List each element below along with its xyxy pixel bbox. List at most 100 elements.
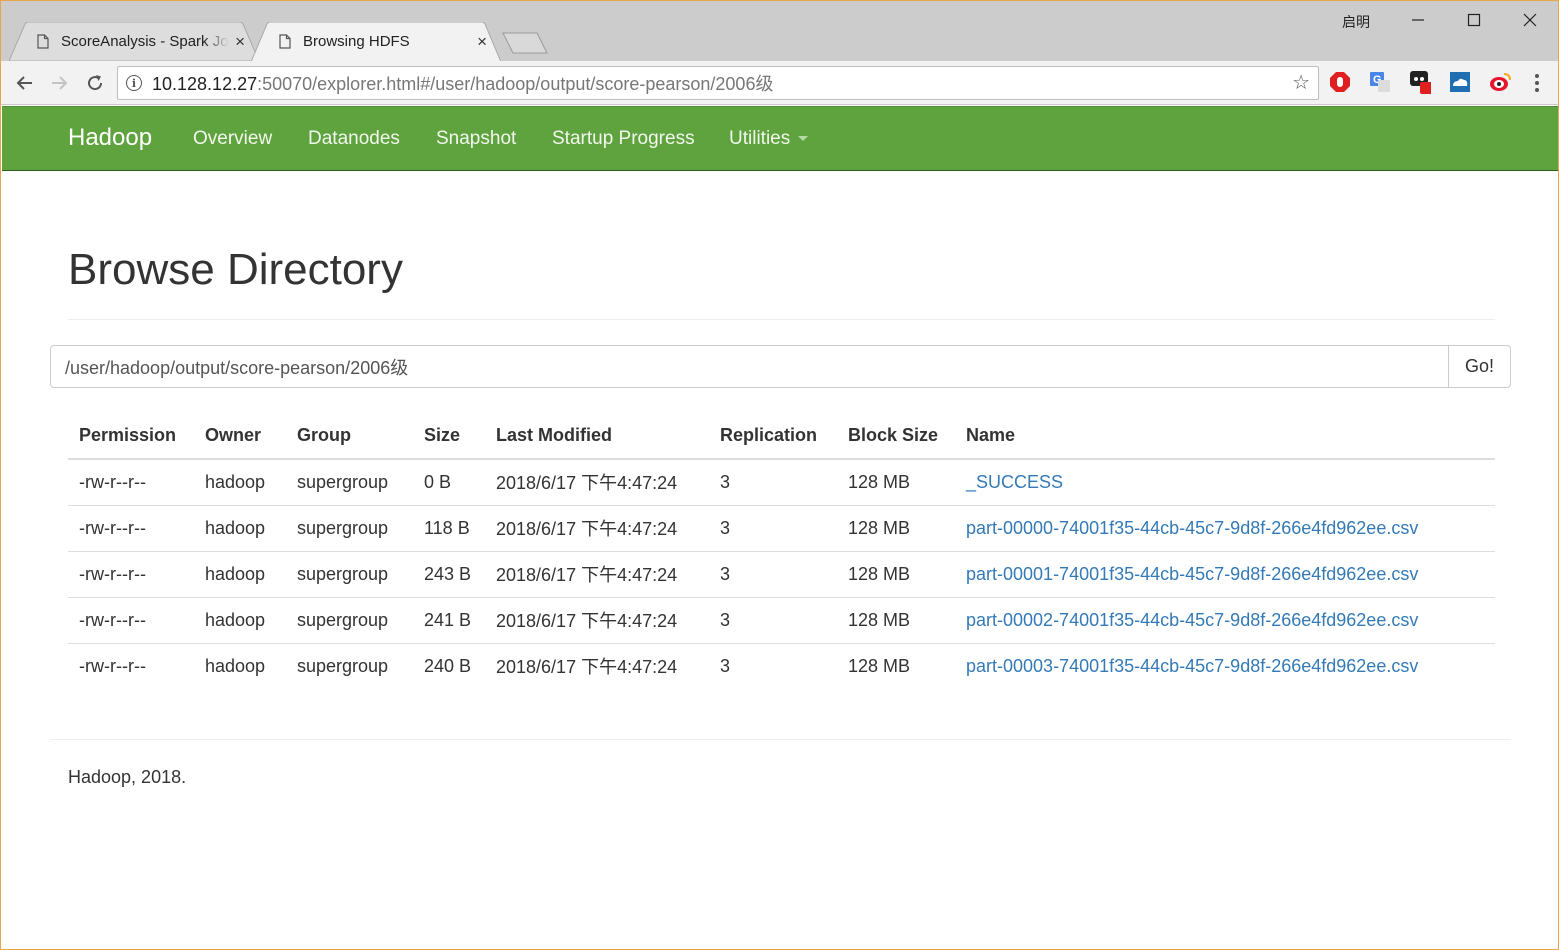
bookmark-star-icon[interactable]: ☆ (1292, 73, 1310, 93)
cell-name: part-00003-74001f35-44cb-45c7-9d8f-266e4… (955, 642, 1495, 689)
header-group[interactable]: Group (286, 412, 413, 460)
directory-path-input[interactable] (50, 345, 1449, 388)
hadoop-navbar: Hadoop Overview Datanodes Snapshot Start… (2, 106, 1558, 171)
cell-name: part-00001-74001f35-44cb-45c7-9d8f-266e4… (955, 550, 1495, 597)
header-permission[interactable]: Permission (68, 412, 194, 460)
browser-toolbar: i 10.128.12.27:50070/explorer.html#/user… (1, 61, 1558, 105)
caret-down-icon (798, 136, 809, 142)
minimize-icon[interactable] (1407, 9, 1429, 31)
cell-block-size: 128 MB (837, 596, 955, 643)
extension-badge-icon[interactable] (1409, 71, 1431, 94)
divider (50, 739, 1511, 740)
tab-title: ScoreAnalysis - Spark Jobs (61, 33, 230, 50)
cell-size: 240 B (413, 642, 485, 689)
nav-utilities[interactable]: Utilities (729, 128, 809, 150)
browser-menu-icon[interactable] (1527, 71, 1547, 95)
forward-arrow-icon[interactable] (49, 72, 71, 94)
header-block-size[interactable]: Block Size (837, 412, 955, 460)
info-icon[interactable]: i (126, 75, 142, 91)
cell-permission: -rw-r--r-- (68, 596, 194, 643)
file-link[interactable]: part-00001-74001f35-44cb-45c7-9d8f-266e4… (966, 564, 1418, 584)
tab-browsing-hdfs[interactable]: Browsing HDFS × (251, 22, 501, 62)
cell-last-modified: 2018/6/17 下午4:47:24 (485, 596, 709, 643)
table-header-row: Permission Owner Group Size Last Modifie… (68, 412, 1495, 460)
header-owner[interactable]: Owner (194, 412, 286, 460)
nav-startup-progress[interactable]: Startup Progress (552, 128, 695, 150)
file-link[interactable]: part-00000-74001f35-44cb-45c7-9d8f-266e4… (966, 518, 1418, 538)
table-row: -rw-r--r-- hadoop supergroup 0 B 2018/6/… (68, 459, 1495, 505)
cell-group: supergroup (286, 550, 413, 597)
back-arrow-icon[interactable] (13, 72, 35, 94)
directory-table: Permission Owner Group Size Last Modifie… (68, 412, 1495, 689)
cell-name: _SUCCESS (955, 459, 1495, 505)
address-bar[interactable]: i 10.128.12.27:50070/explorer.html#/user… (117, 66, 1319, 100)
table-row: -rw-r--r-- hadoop supergroup 118 B 2018/… (68, 504, 1495, 551)
path-input-group: Go! (50, 345, 1511, 388)
cell-last-modified: 2018/6/17 下午4:47:24 (485, 550, 709, 597)
header-name[interactable]: Name (955, 412, 1495, 460)
cell-replication: 3 (709, 504, 837, 551)
nav-utilities-label: Utilities (729, 128, 791, 149)
close-icon[interactable]: × (235, 33, 245, 50)
divider (68, 319, 1495, 320)
cell-permission: -rw-r--r-- (68, 550, 194, 597)
profile-name[interactable]: 启明 (1342, 12, 1370, 32)
cell-permission: -rw-r--r-- (68, 504, 194, 551)
close-icon[interactable]: × (477, 33, 487, 50)
cell-replication: 3 (720, 471, 731, 492)
window-close-icon[interactable] (1519, 9, 1541, 31)
nav-overview[interactable]: Overview (193, 128, 272, 150)
header-size[interactable]: Size (413, 412, 485, 460)
cell-owner: hadoop (194, 642, 286, 689)
cell-group: supergroup (286, 642, 413, 689)
new-tab-button[interactable] (501, 32, 549, 54)
file-link[interactable]: part-00003-74001f35-44cb-45c7-9d8f-266e4… (966, 656, 1418, 676)
page-icon (279, 34, 291, 49)
footer-text: Hadoop, 2018. (68, 767, 187, 787)
cell-permission: -rw-r--r-- (79, 471, 146, 492)
cell-size: 243 B (413, 550, 485, 597)
url-text[interactable]: 10.128.12.27:50070/explorer.html#/user/h… (152, 70, 773, 96)
nav-datanodes[interactable]: Datanodes (308, 128, 400, 150)
header-replication[interactable]: Replication (709, 412, 837, 460)
weibo-icon[interactable] (1489, 71, 1511, 93)
cell-group: supergroup (286, 504, 413, 551)
tab-strip: ScoreAnalysis - Spark Jobs × Browsing HD… (1, 1, 1558, 62)
file-link[interactable]: _SUCCESS (966, 472, 1063, 492)
cell-block-size: 128 MB (837, 504, 955, 551)
cell-group: supergroup (297, 471, 389, 492)
cell-size: 118 B (413, 504, 485, 551)
cell-block-size: 128 MB (837, 550, 955, 597)
cell-group: supergroup (286, 596, 413, 643)
cell-replication: 3 (709, 550, 837, 597)
brand-logo[interactable]: Hadoop (68, 124, 152, 152)
cell-last-modified: 2018/6/17 下午4:47:24 (496, 473, 678, 494)
cell-permission: -rw-r--r-- (68, 642, 194, 689)
cell-owner: hadoop (205, 471, 266, 492)
maximize-icon[interactable] (1463, 9, 1485, 31)
table-row: -rw-r--r-- hadoop supergroup 240 B 2018/… (68, 642, 1495, 689)
table-row: -rw-r--r-- hadoop supergroup 241 B 2018/… (68, 596, 1495, 643)
tab-title: Browsing HDFS (303, 33, 410, 50)
cell-size: 241 B (413, 596, 485, 643)
page-title: Browse Directory (68, 245, 403, 294)
cell-owner: hadoop (194, 550, 286, 597)
page-icon (37, 34, 49, 49)
cell-owner: hadoop (194, 596, 286, 643)
reload-icon[interactable] (84, 72, 106, 94)
cell-name: part-00002-74001f35-44cb-45c7-9d8f-266e4… (955, 596, 1495, 643)
cell-block-size: 128 MB (837, 642, 955, 689)
cell-last-modified: 2018/6/17 下午4:47:24 (485, 504, 709, 551)
tab-spark-jobs[interactable]: ScoreAnalysis - Spark Jobs × (9, 22, 259, 61)
cell-last-modified: 2018/6/17 下午4:47:24 (485, 642, 709, 689)
url-path: :50070/explorer.html#/user/hadoop/output… (257, 74, 774, 94)
go-button[interactable]: Go! (1449, 345, 1511, 388)
header-last-modified[interactable]: Last Modified (485, 412, 709, 460)
file-link[interactable]: part-00002-74001f35-44cb-45c7-9d8f-266e4… (966, 610, 1418, 630)
url-host: 10.128.12.27 (152, 74, 258, 94)
nav-snapshot[interactable]: Snapshot (436, 128, 516, 150)
google-translate-icon[interactable]: G (1369, 71, 1391, 93)
cell-name: part-00000-74001f35-44cb-45c7-9d8f-266e4… (955, 504, 1495, 551)
cloud-extension-icon[interactable] (1449, 71, 1471, 93)
adblock-icon[interactable] (1329, 71, 1351, 93)
